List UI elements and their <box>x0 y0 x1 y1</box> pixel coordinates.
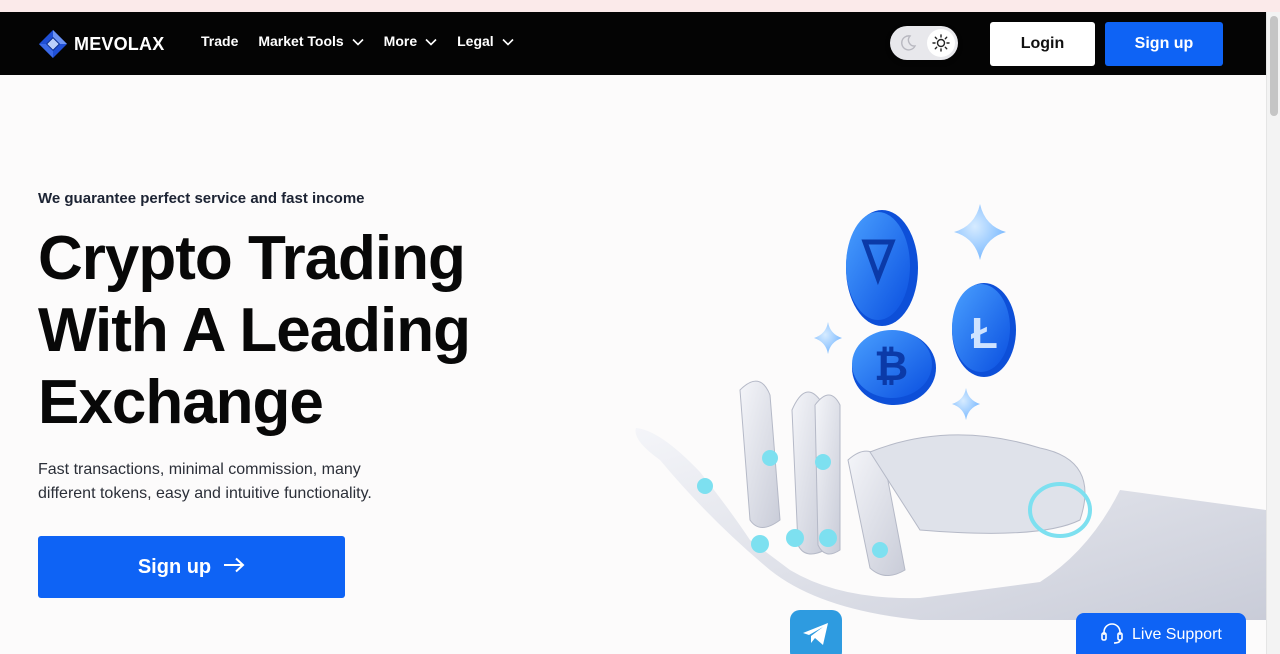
sun-icon <box>927 29 955 57</box>
hero-signup-label: Sign up <box>137 555 212 578</box>
nav-item-more[interactable]: More <box>384 33 437 49</box>
login-button[interactable]: Login <box>990 22 1095 66</box>
live-support-button[interactable]: Live Support <box>1076 613 1246 654</box>
nav-item-label: Trade <box>201 33 239 49</box>
brand-name: MEVOLAX <box>74 33 165 54</box>
coin-toncoin <box>846 210 918 326</box>
arrow-right-icon <box>223 556 245 579</box>
coin-bitcoin: ₿ <box>852 330 936 405</box>
nav-item-trade[interactable]: Trade <box>201 33 238 49</box>
telegram-button[interactable] <box>790 610 842 654</box>
hero-description: Fast transactions, minimal commission, m… <box>38 461 372 502</box>
navbar: MEVOLAX Trade Market Tools More Legal Lo… <box>0 12 1266 75</box>
svg-text:₿: ₿ <box>874 342 908 389</box>
top-strip <box>0 0 1280 12</box>
nav-item-label: More <box>383 33 418 49</box>
hero-tagline: We guarantee perfect service and fast in… <box>38 190 365 207</box>
telegram-icon <box>801 621 831 652</box>
hero-title-line: Exchange <box>38 368 324 437</box>
theme-toggle[interactable] <box>890 26 958 60</box>
chevron-down-icon <box>425 33 437 49</box>
hero-title: Crypto Trading With A Leading Exchange <box>38 223 558 439</box>
headset-icon <box>1100 622 1124 649</box>
chevron-down-icon <box>352 33 364 49</box>
nav-links: Trade Market Tools More Legal <box>201 33 534 49</box>
hero-title-line: With A Leading <box>38 296 471 365</box>
coin-litecoin: Ł <box>952 283 1016 377</box>
scrollbar-thumb[interactable] <box>1270 16 1278 116</box>
nav-item-legal[interactable]: Legal <box>457 33 514 49</box>
signup-button[interactable]: Sign up <box>1105 22 1223 66</box>
moon-icon <box>899 34 917 57</box>
scrollbar[interactable] <box>1266 12 1280 654</box>
nav-item-label: Legal <box>457 33 494 49</box>
svg-text:Ł: Ł <box>971 309 998 358</box>
chevron-down-icon <box>502 33 514 49</box>
robot-hand <box>635 380 1266 620</box>
live-support-label: Live Support <box>1132 626 1222 643</box>
hero-illustration: Ł ₿ <box>620 190 1266 625</box>
nav-item-market-tools[interactable]: Market Tools <box>258 33 364 49</box>
hero-signup-button[interactable]: Sign up <box>38 536 345 598</box>
hero-title-line: Crypto Trading <box>38 224 466 293</box>
nav-item-label: Market Tools <box>258 33 344 49</box>
logo[interactable]: MEVOLAX <box>38 29 164 59</box>
diamond-cube-icon <box>39 30 67 58</box>
